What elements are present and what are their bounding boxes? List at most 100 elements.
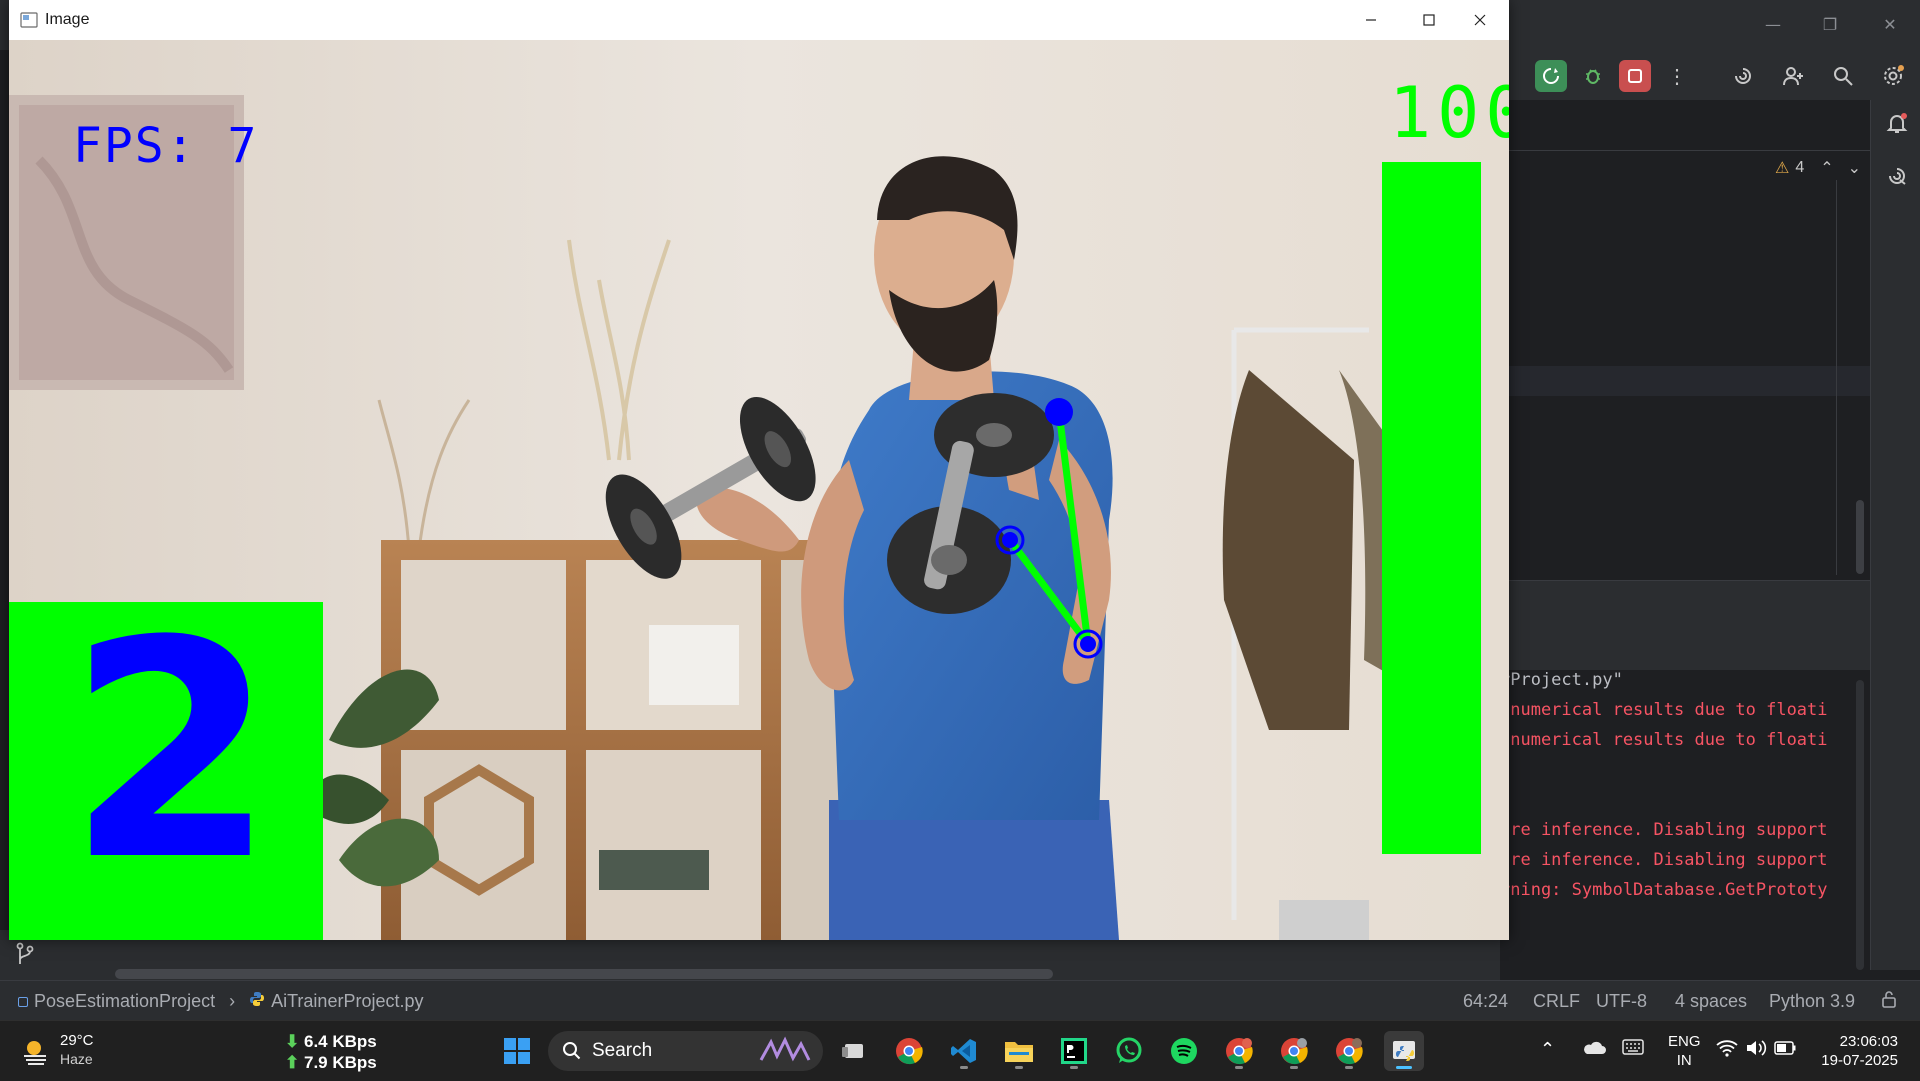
chrome-profile-taskbar-button[interactable] xyxy=(1274,1031,1314,1071)
pycharm-taskbar-button[interactable] xyxy=(1054,1031,1094,1071)
clock[interactable]: 23:06:03 19-07-2025 xyxy=(1818,1032,1898,1070)
notifications-button[interactable] xyxy=(1886,112,1908,139)
stop-button[interactable] xyxy=(1619,60,1651,92)
ai-assistant-button[interactable] xyxy=(1727,60,1759,92)
weather-condition: Haze xyxy=(60,1051,93,1067)
vscode-taskbar-button[interactable] xyxy=(944,1031,984,1071)
editor-scrollbar[interactable] xyxy=(1856,500,1864,574)
sun-haze-icon xyxy=(24,1041,46,1065)
debug-button[interactable] xyxy=(1577,60,1609,92)
spotify-taskbar-button[interactable] xyxy=(1164,1031,1204,1071)
wifi-icon[interactable] xyxy=(1716,1039,1738,1062)
module-icon xyxy=(18,996,28,1007)
clock-time: 23:06:03 xyxy=(1839,1033,1898,1050)
onedrive-icon[interactable] xyxy=(1582,1039,1606,1060)
percent-bar-track xyxy=(1382,162,1481,854)
chrome-icon xyxy=(896,1038,923,1065)
battery-icon[interactable] xyxy=(1774,1041,1796,1060)
keyboard-icon[interactable] xyxy=(1622,1039,1644,1060)
whatsapp-taskbar-button[interactable] xyxy=(1109,1031,1149,1071)
window-app-icon xyxy=(20,12,38,33)
console-line: rning: SymbolDatabase.GetPrototy xyxy=(1500,880,1828,900)
start-button[interactable] xyxy=(497,1031,537,1071)
python-interpreter[interactable]: Python 3.9 xyxy=(1769,991,1855,1012)
console-line: ure inference. Disabling support xyxy=(1500,850,1828,870)
breadcrumb: PoseEstimationProject › AiTrainerProject… xyxy=(18,991,423,1012)
folder-icon xyxy=(1005,1042,1033,1062)
taskbar-search-box[interactable]: Search xyxy=(548,1031,823,1071)
horizontal-scrollbar[interactable] xyxy=(115,969,1053,979)
image-window-title: Image xyxy=(45,11,90,28)
right-tool-strip xyxy=(1870,100,1920,970)
weather-temp: 29°C xyxy=(60,1032,94,1049)
windows-logo-icon xyxy=(504,1038,530,1064)
ide-minimize-button[interactable]: — xyxy=(1753,10,1793,40)
breadcrumb-file[interactable]: AiTrainerProject.py xyxy=(271,991,423,1012)
image-minimize-button[interactable] xyxy=(1342,0,1400,40)
language-region: IN xyxy=(1676,1052,1692,1069)
pycharm-icon xyxy=(1061,1038,1087,1064)
ai-chat-button[interactable] xyxy=(1886,165,1908,192)
network-speed-widget[interactable]: ⬇ 6.4 KBps ⬆ 7.9 KBps xyxy=(285,1031,377,1073)
add-user-icon xyxy=(1783,67,1803,86)
file-explorer-taskbar-button[interactable] xyxy=(999,1031,1039,1071)
chrome-taskbar-button[interactable] xyxy=(889,1031,929,1071)
chrome-profile-taskbar-button[interactable] xyxy=(1219,1031,1259,1071)
image-maximize-button[interactable] xyxy=(1400,0,1458,40)
lock-icon[interactable] xyxy=(1880,990,1898,1013)
gear-icon xyxy=(1884,65,1904,85)
chrome-profile-taskbar-button[interactable] xyxy=(1329,1031,1369,1071)
chrome-profile-icon xyxy=(1281,1038,1308,1065)
language-lang: ENG xyxy=(1668,1033,1701,1050)
ai-chat-icon xyxy=(1889,168,1906,185)
language-indicator[interactable]: ENG IN xyxy=(1668,1032,1701,1070)
file-encoding[interactable]: UTF-8 xyxy=(1596,991,1647,1012)
chevron-up-icon[interactable]: ⌃ xyxy=(1820,158,1833,178)
cursor-position[interactable]: 64:24 xyxy=(1463,991,1508,1012)
git-branch-button[interactable] xyxy=(14,942,36,971)
running-indicator xyxy=(960,1066,968,1069)
line-endings[interactable]: CRLF xyxy=(1533,991,1580,1012)
run-console[interactable]: rProject.py" numerical results due to fl… xyxy=(1500,670,1870,970)
git-branch-icon xyxy=(16,942,34,964)
search-everywhere-button[interactable] xyxy=(1827,60,1859,92)
ide-restore-button[interactable]: ❐ xyxy=(1810,10,1850,40)
settings-button[interactable] xyxy=(1877,60,1909,92)
clock-date: 19-07-2025 xyxy=(1821,1052,1898,1069)
more-actions-button[interactable]: ⋮ xyxy=(1661,60,1693,92)
percent-label: 100 xyxy=(1389,72,1509,154)
task-view-button[interactable] xyxy=(834,1031,874,1071)
console-scrollbar[interactable] xyxy=(1856,680,1864,970)
add-user-button[interactable] xyxy=(1777,60,1809,92)
python-window-taskbar-button[interactable] xyxy=(1384,1031,1424,1071)
breadcrumb-chevron-icon: › xyxy=(229,991,236,1011)
volume-icon[interactable] xyxy=(1745,1039,1767,1062)
image-window[interactable]: Image FPS: 7 10 2 xyxy=(9,0,1509,940)
rerun-button[interactable] xyxy=(1535,60,1567,92)
python-window-icon xyxy=(1393,1041,1415,1061)
percent-bar-fill xyxy=(1382,162,1481,854)
python-file-icon xyxy=(249,991,265,1012)
running-indicator xyxy=(1345,1066,1353,1069)
chevron-down-icon[interactable]: ⌄ xyxy=(1848,158,1861,178)
stop-icon xyxy=(1628,69,1642,83)
task-view-icon xyxy=(842,1044,863,1058)
breadcrumb-project[interactable]: PoseEstimationProject xyxy=(34,991,215,1012)
download-speed: 6.4 KBps xyxy=(303,1032,377,1051)
chevron-up-icon[interactable]: ⌃ xyxy=(1540,1039,1555,1060)
weather-widget[interactable]: 29°C Haze xyxy=(20,1031,94,1069)
inspection-widget[interactable]: ⚠ 4 ⌃ ⌄ xyxy=(1775,158,1861,178)
image-window-titlebar[interactable]: Image xyxy=(9,0,1509,41)
ide-close-button[interactable]: ✕ xyxy=(1870,10,1910,40)
ide-run-toolbar: ⋮ xyxy=(1500,50,1920,100)
indent-setting[interactable]: 4 spaces xyxy=(1675,991,1747,1012)
search-placeholder: Search xyxy=(592,1040,653,1061)
console-line: numerical results due to floati xyxy=(1500,700,1828,720)
elbow-landmark xyxy=(1080,636,1096,652)
bug-icon xyxy=(1586,69,1600,84)
image-close-button[interactable] xyxy=(1451,0,1509,40)
current-line-highlight xyxy=(1500,366,1870,396)
shoulder-landmark xyxy=(1045,398,1073,426)
upload-arrow-icon: ⬆ xyxy=(285,1053,300,1072)
warning-icon: ⚠ xyxy=(1775,160,1790,177)
